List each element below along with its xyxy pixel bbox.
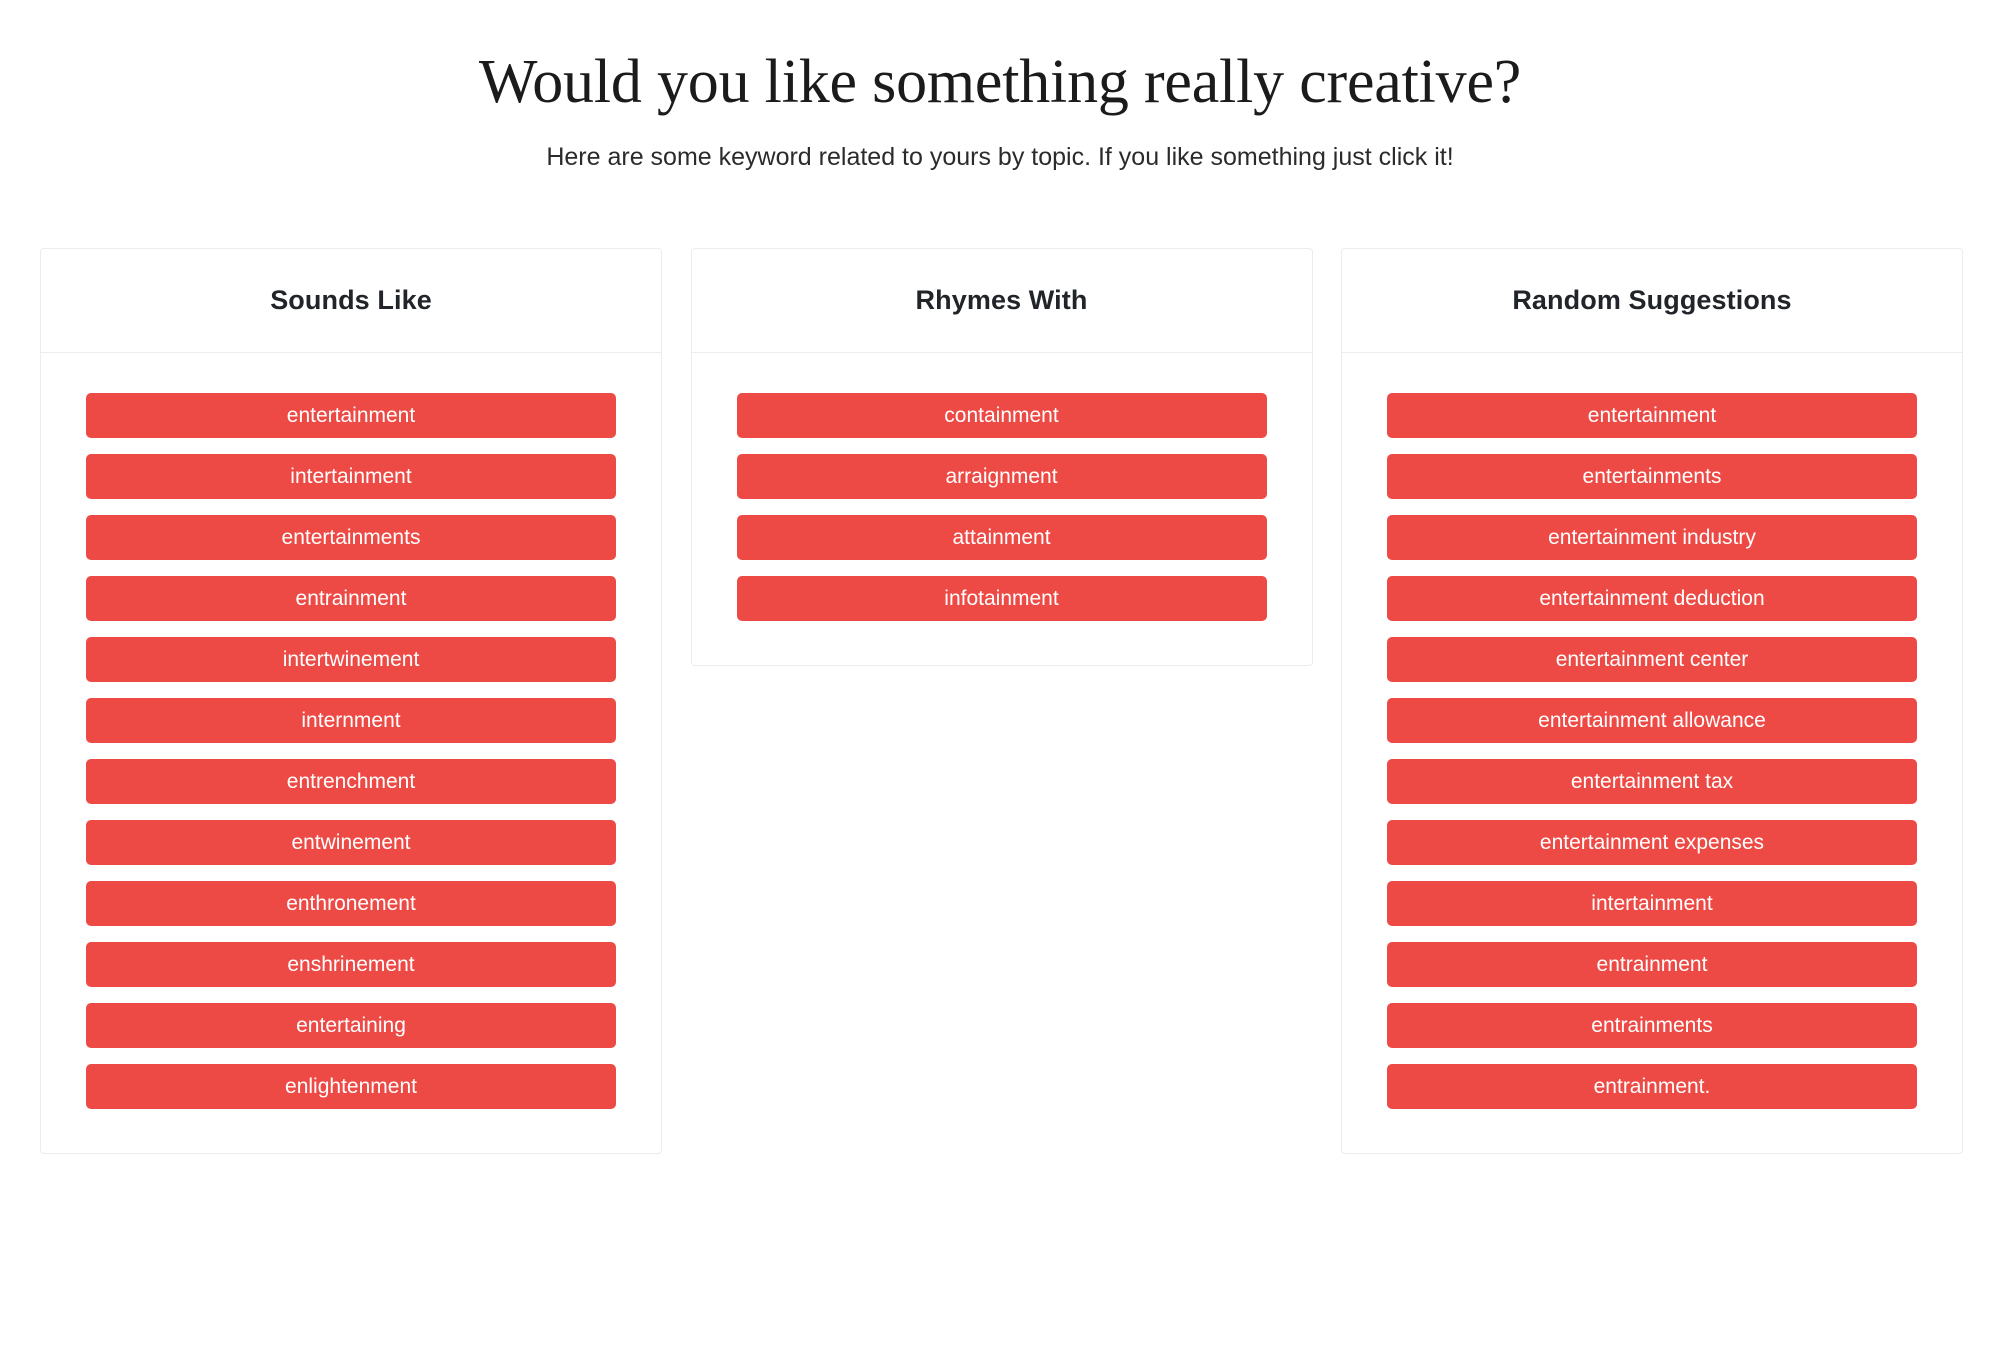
page-title: Would you like something really creative… [478,48,1522,116]
card-title-sounds-like: Sounds Like [270,285,432,315]
card-sounds-like: Sounds Like entertainment intertainment … [40,248,662,1154]
keyword-button[interactable]: enthronement [86,881,616,926]
keyword-list-sounds-like: entertainment intertainment entertainmen… [41,353,661,1153]
page-header: Would you like something really creative… [0,0,2000,174]
keyword-button[interactable]: intertainment [86,454,616,499]
keyword-button[interactable]: containment [736,393,1267,438]
card-rhymes-with: Rhymes With containment arraignment atta… [690,248,1313,666]
card-header-rhymes-with: Rhymes With [691,249,1312,353]
keyword-button[interactable]: entertainment allowance [1387,698,1917,743]
keyword-list-rhymes-with: containment arraignment attainment infot… [692,353,1312,665]
keyword-button[interactable]: entertainment deduction [1387,576,1917,621]
keyword-button[interactable]: entrainment [1387,942,1917,987]
keyword-button[interactable]: entertainment tax [1387,759,1917,804]
keyword-button[interactable]: entertainment industry [1387,515,1917,560]
keyword-list-random-suggestions: entertainment entertainments entertainme… [1342,353,1962,1153]
keyword-button[interactable]: internment [86,698,616,743]
keyword-button[interactable]: entertainment [86,393,616,438]
keyword-button[interactable]: entrainments [1387,1003,1917,1048]
card-random-suggestions: Random Suggestions entertainment enterta… [1341,248,1963,1154]
keyword-button[interactable]: attainment [736,515,1267,560]
keyword-button[interactable]: entertainment center [1387,637,1917,682]
keyword-button[interactable]: entertainment [1387,393,1917,438]
keyword-button[interactable]: enlightenment [86,1064,616,1109]
page-subtitle: Here are some keyword related to yours b… [546,143,1454,172]
keyword-button[interactable]: entertainments [1387,454,1917,499]
keyword-button[interactable]: arraignment [736,454,1267,499]
keyword-button[interactable]: entertaining [86,1003,616,1048]
keyword-button[interactable]: entrainment. [1387,1064,1917,1109]
page-root: Would you like something really creative… [0,0,2000,1371]
keyword-button[interactable]: entwinement [86,820,616,865]
keyword-button[interactable]: entertainments [86,515,616,560]
keyword-button[interactable]: intertwinement [86,637,616,682]
keyword-columns: Sounds Like entertainment intertainment … [40,248,1963,1154]
card-title-rhymes-with: Rhymes With [915,285,1088,315]
card-title-random-suggestions: Random Suggestions [1512,285,1792,315]
keyword-button[interactable]: intertainment [1387,881,1917,926]
keyword-button[interactable]: enshrinement [86,942,616,987]
card-header-random-suggestions: Random Suggestions [1342,249,1962,353]
keyword-button[interactable]: infotainment [736,576,1267,621]
keyword-button[interactable]: entertainment expenses [1387,820,1917,865]
keyword-button[interactable]: entrenchment [86,759,616,804]
keyword-button[interactable]: entrainment [86,576,616,621]
card-header-sounds-like: Sounds Like [41,249,661,353]
